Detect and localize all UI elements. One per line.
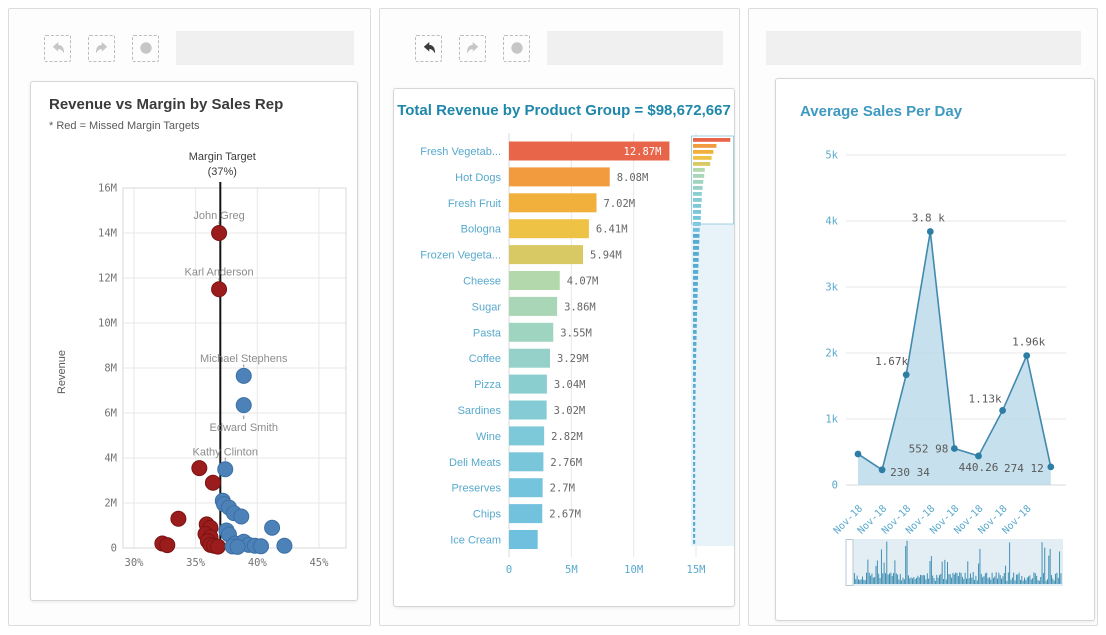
- svg-text:12.87M: 12.87M: [624, 146, 662, 158]
- svg-text:Edward Smith: Edward Smith: [209, 422, 277, 434]
- toolbar-middle: [415, 31, 723, 65]
- svg-text:Frozen Vegeta...: Frozen Vegeta...: [420, 250, 501, 262]
- svg-text:3.86M: 3.86M: [564, 301, 596, 313]
- svg-text:1.13k: 1.13k: [968, 392, 1001, 405]
- svg-text:8M: 8M: [104, 363, 117, 375]
- svg-text:1.96k: 1.96k: [1012, 336, 1045, 349]
- svg-text:6M: 6M: [104, 408, 117, 420]
- svg-text:0: 0: [111, 543, 117, 555]
- bar-chart-minimap[interactable]: [691, 136, 734, 546]
- svg-text:10M: 10M: [98, 318, 117, 330]
- toolbar-left: [44, 31, 354, 65]
- svg-text:15M: 15M: [687, 564, 706, 576]
- svg-text:10M: 10M: [624, 564, 643, 576]
- svg-text:3.55M: 3.55M: [560, 327, 592, 339]
- svg-text:274 12: 274 12: [1004, 462, 1044, 475]
- selections-bar[interactable]: [176, 31, 354, 65]
- svg-text:4M: 4M: [104, 453, 117, 465]
- redo-icon[interactable]: [88, 35, 115, 62]
- svg-text:2.7M: 2.7M: [550, 483, 575, 495]
- svg-text:5.94M: 5.94M: [590, 250, 622, 262]
- svg-text:5k: 5k: [825, 150, 838, 162]
- svg-text:3.29M: 3.29M: [557, 353, 589, 365]
- svg-text:Ice Cream: Ice Cream: [450, 535, 501, 547]
- svg-text:230 34: 230 34: [890, 466, 930, 479]
- svg-text:0: 0: [832, 480, 838, 492]
- svg-text:6.41M: 6.41M: [596, 224, 628, 236]
- line-chart-plot[interactable]: 5k 4k 3k 2k 1k 0 230 34 1.67k 3.8 k 552 98 440.26 1…: [776, 79, 1094, 620]
- svg-text:2.82M: 2.82M: [551, 431, 583, 443]
- svg-text:0: 0: [506, 564, 512, 576]
- selections-bar[interactable]: [766, 31, 1081, 65]
- scatter-chart-card: Revenue vs Margin by Sales Rep * Red = M…: [30, 81, 358, 601]
- svg-text:3.8 k: 3.8 k: [912, 212, 945, 225]
- redo-icon[interactable]: [459, 35, 486, 62]
- scatter-plot[interactable]: 02M4M6M8M10M12M14M16M30%35%40%45%Revenue…: [31, 82, 357, 600]
- bar-chart-card: Total Revenue by Product Group = $98,672…: [393, 88, 735, 607]
- svg-text:Bologna: Bologna: [461, 224, 502, 236]
- svg-text:4.07M: 4.07M: [567, 276, 599, 288]
- svg-text:John Greg: John Greg: [193, 210, 244, 222]
- svg-text:Sugar: Sugar: [472, 301, 502, 313]
- line-chart-card: Average Sales Per Day 5k4k3k2k1k0230 341…: [775, 78, 1095, 621]
- clear-selections-icon[interactable]: [132, 35, 159, 62]
- svg-text:Chips: Chips: [473, 509, 502, 521]
- svg-text:4k: 4k: [825, 216, 838, 228]
- svg-text:5M: 5M: [565, 564, 578, 576]
- svg-text:Margin Target: Margin Target: [189, 151, 256, 163]
- svg-text:16M: 16M: [98, 183, 117, 195]
- svg-text:2M: 2M: [104, 498, 117, 510]
- svg-text:Cheese: Cheese: [463, 276, 501, 288]
- svg-text:1k: 1k: [825, 414, 838, 426]
- svg-text:Kathy Clinton: Kathy Clinton: [193, 446, 258, 458]
- svg-text:Coffee: Coffee: [469, 353, 501, 365]
- svg-text:30%: 30%: [125, 557, 145, 569]
- svg-text:1.67k: 1.67k: [875, 355, 908, 368]
- svg-text:Michael Stephens: Michael Stephens: [200, 353, 288, 365]
- svg-text:45%: 45%: [309, 557, 329, 569]
- svg-text:Fresh Vegetab...: Fresh Vegetab...: [420, 146, 501, 158]
- toolbar-right: [766, 31, 1081, 65]
- svg-text:Preserves: Preserves: [451, 483, 501, 495]
- svg-text:Deli Meats: Deli Meats: [449, 457, 501, 469]
- svg-text:8.08M: 8.08M: [617, 172, 649, 184]
- svg-text:12M: 12M: [98, 273, 117, 285]
- svg-text:3k: 3k: [825, 282, 838, 294]
- svg-text:Karl Anderson: Karl Anderson: [185, 266, 254, 278]
- selections-bar[interactable]: [547, 31, 723, 65]
- svg-text:40%: 40%: [248, 557, 268, 569]
- svg-text:Pizza: Pizza: [474, 379, 502, 391]
- svg-text:Fresh Fruit: Fresh Fruit: [448, 198, 501, 210]
- svg-text:Pasta: Pasta: [473, 327, 502, 339]
- svg-text:7.02M: 7.02M: [604, 198, 636, 210]
- svg-text:2.67M: 2.67M: [549, 509, 581, 521]
- svg-text:440.26: 440.26: [959, 461, 999, 474]
- bar-chart-plot[interactable]: 0 5M 10M 15M Fresh Vegetab... 12.87M Hot Dogs 8…: [394, 89, 734, 606]
- clear-selections-icon[interactable]: [503, 35, 530, 62]
- svg-text:2.76M: 2.76M: [550, 457, 582, 469]
- line-chart-navigator[interactable]: [846, 539, 1063, 586]
- svg-text:35%: 35%: [186, 557, 206, 569]
- svg-text:Revenue: Revenue: [56, 350, 68, 394]
- svg-text:552 98: 552 98: [909, 443, 949, 456]
- svg-text:14M: 14M: [98, 228, 117, 240]
- undo-icon[interactable]: [44, 35, 71, 62]
- svg-text:(37%): (37%): [208, 166, 237, 178]
- svg-text:2k: 2k: [825, 348, 838, 360]
- svg-text:Hot Dogs: Hot Dogs: [455, 172, 501, 184]
- svg-text:Sardines: Sardines: [458, 405, 502, 417]
- svg-text:3.04M: 3.04M: [554, 379, 586, 391]
- svg-text:Wine: Wine: [476, 431, 501, 443]
- undo-icon[interactable]: [415, 35, 442, 62]
- svg-text:3.02M: 3.02M: [554, 405, 586, 417]
